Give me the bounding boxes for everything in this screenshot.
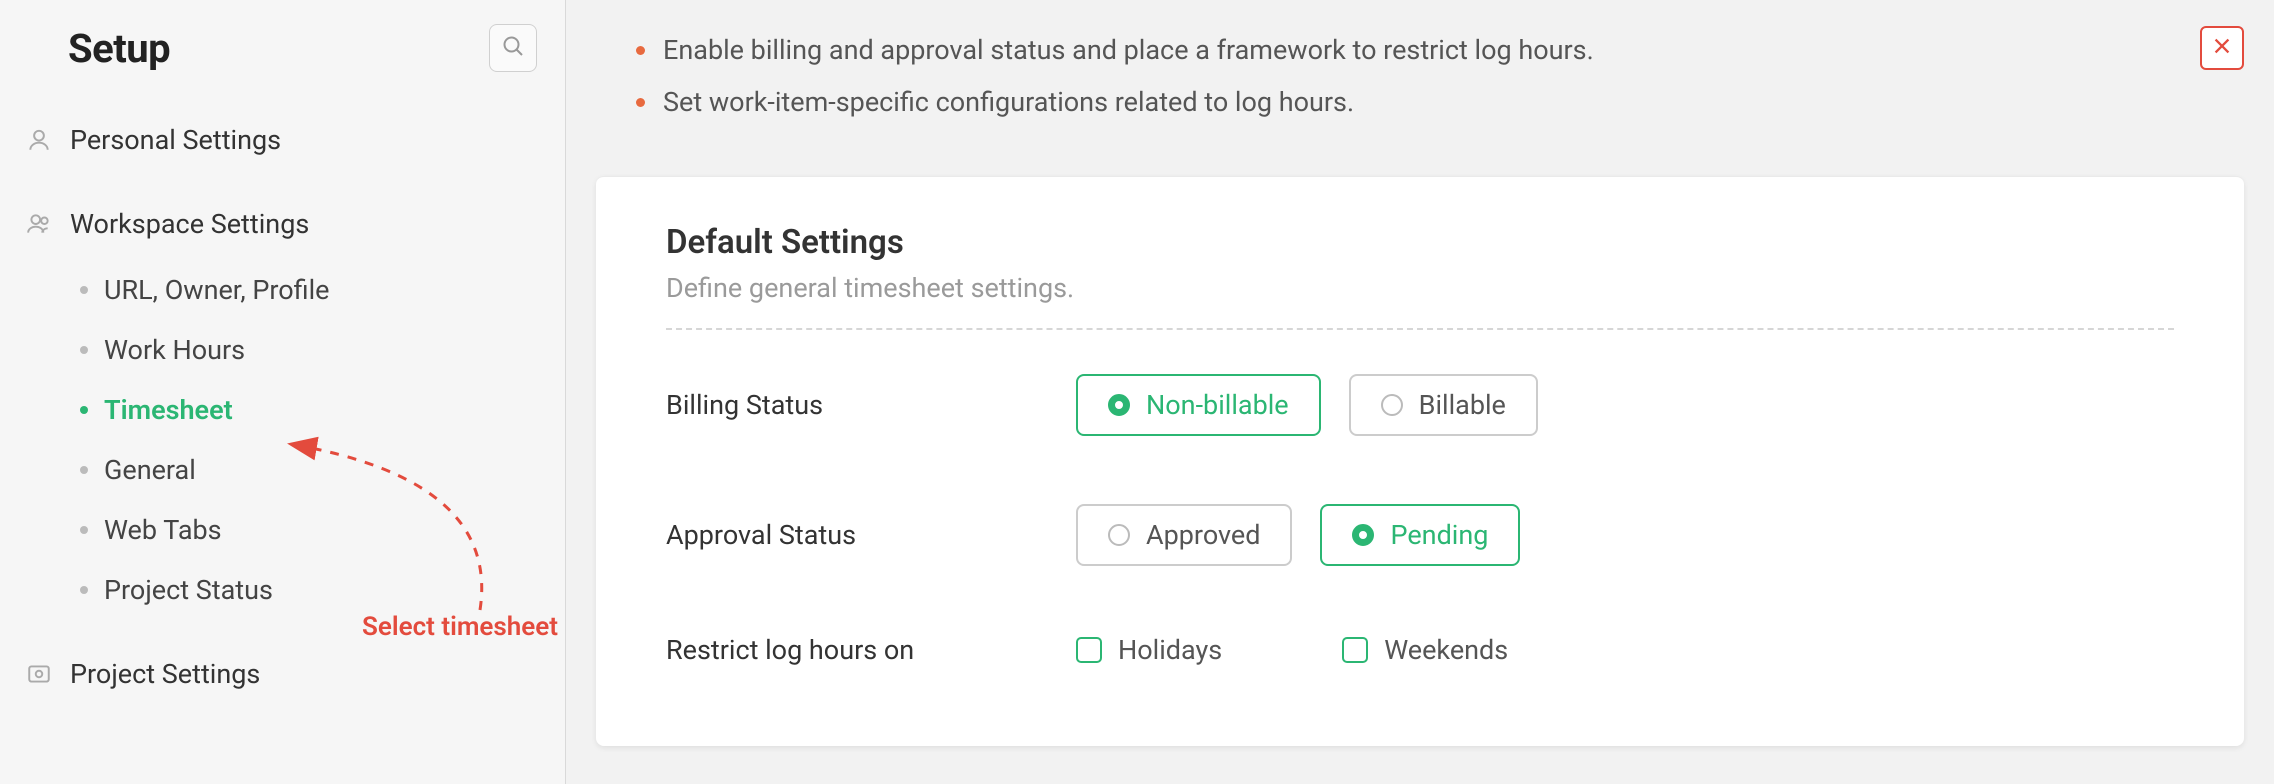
- card-subtitle: Define general timesheet settings.: [666, 272, 2174, 304]
- dot-icon: [80, 286, 88, 294]
- sidebar-item-general[interactable]: General: [0, 440, 565, 500]
- sidebar-item-label: Project Status: [104, 574, 273, 606]
- card-title: Default Settings: [666, 223, 2174, 262]
- sidebar-item-label: Workspace Settings: [70, 208, 309, 240]
- sidebar-item-web-tabs[interactable]: Web Tabs: [0, 500, 565, 560]
- radio-icon: [1381, 394, 1403, 416]
- radio-icon: [1108, 394, 1130, 416]
- project-icon: [24, 659, 54, 689]
- default-settings-card: Default Settings Define general timeshee…: [596, 176, 2244, 746]
- sidebar-item-project-status[interactable]: Project Status: [0, 560, 565, 620]
- radio-label: Pending: [1390, 519, 1488, 551]
- sidebar-item-url-owner-profile[interactable]: URL, Owner, Profile: [0, 260, 565, 320]
- row-label: Approval Status: [666, 519, 1076, 551]
- checkbox-icon: [1342, 637, 1368, 663]
- dot-icon: [80, 466, 88, 474]
- sidebar-item-work-hours[interactable]: Work Hours: [0, 320, 565, 380]
- radio-non-billable[interactable]: Non-billable: [1076, 374, 1321, 436]
- sidebar-item-label: Work Hours: [104, 334, 245, 366]
- nav-section-personal: Personal Settings: [0, 98, 565, 182]
- sidebar: Setup Personal Settings Workspace Settin: [0, 0, 566, 784]
- sidebar-item-timesheet[interactable]: Timesheet: [0, 380, 565, 440]
- sidebar-item-label: Web Tabs: [104, 514, 222, 546]
- search-button[interactable]: [489, 24, 537, 72]
- checkbox-label: Holidays: [1118, 634, 1222, 666]
- radio-label: Approved: [1146, 519, 1260, 551]
- checkbox-holidays[interactable]: Holidays: [1076, 634, 1222, 666]
- intro-text: Enable billing and approval status and p…: [663, 34, 1594, 66]
- row-billing-status: Billing Status Non-billable Billable: [666, 340, 2174, 470]
- radio-pending[interactable]: Pending: [1320, 504, 1520, 566]
- row-controls: Non-billable Billable: [1076, 374, 1538, 436]
- sidebar-item-personal-settings[interactable]: Personal Settings: [0, 110, 565, 170]
- close-button[interactable]: [2200, 26, 2244, 70]
- radio-label: Non-billable: [1146, 389, 1289, 421]
- dot-icon: [80, 346, 88, 354]
- sidebar-item-label: Project Settings: [70, 658, 260, 690]
- sidebar-item-label: Personal Settings: [70, 124, 281, 156]
- intro-text: Set work-item-specific configurations re…: [663, 86, 1354, 118]
- sidebar-item-workspace-settings[interactable]: Workspace Settings: [0, 194, 565, 254]
- divider: [666, 328, 2174, 330]
- row-restrict-log-hours: Restrict log hours on Holidays Weekends: [666, 600, 2174, 700]
- intro-item: Set work-item-specific configurations re…: [636, 76, 2214, 128]
- page-title: Setup: [68, 25, 170, 72]
- sidebar-item-label: General: [104, 454, 196, 486]
- search-icon: [501, 34, 525, 62]
- radio-billable[interactable]: Billable: [1349, 374, 1538, 436]
- radio-icon: [1352, 524, 1374, 546]
- row-controls: Holidays Weekends: [1076, 634, 1508, 666]
- radio-label: Billable: [1419, 389, 1506, 421]
- row-controls: Approved Pending: [1076, 504, 1520, 566]
- row-label: Restrict log hours on: [666, 634, 1076, 666]
- intro-item: Enable billing and approval status and p…: [636, 24, 2214, 76]
- bullet-icon: [636, 46, 645, 55]
- checkbox-weekends[interactable]: Weekends: [1342, 634, 1508, 666]
- close-icon: [2211, 35, 2233, 61]
- person-icon: [24, 125, 54, 155]
- radio-approved[interactable]: Approved: [1076, 504, 1292, 566]
- annotation-label: Select timesheet: [362, 612, 558, 642]
- intro-list: Enable billing and approval status and p…: [566, 0, 2274, 152]
- nav-section-workspace: Workspace Settings URL, Owner, Profile W…: [0, 182, 565, 632]
- sidebar-item-label: Timesheet: [104, 394, 233, 426]
- dot-icon: [80, 586, 88, 594]
- radio-icon: [1108, 524, 1130, 546]
- dot-icon: [80, 406, 88, 414]
- sidebar-sublist-workspace: URL, Owner, Profile Work Hours Timesheet…: [0, 254, 565, 620]
- sidebar-item-label: URL, Owner, Profile: [104, 274, 330, 306]
- people-icon: [24, 209, 54, 239]
- nav-section-project: Project Settings: [0, 632, 565, 716]
- checkbox-label: Weekends: [1384, 634, 1508, 666]
- sidebar-header: Setup: [0, 24, 565, 98]
- checkbox-icon: [1076, 637, 1102, 663]
- main-content: Enable billing and approval status and p…: [566, 0, 2274, 784]
- dot-icon: [80, 526, 88, 534]
- sidebar-item-project-settings[interactable]: Project Settings: [0, 644, 565, 704]
- row-approval-status: Approval Status Approved Pending: [666, 470, 2174, 600]
- row-label: Billing Status: [666, 389, 1076, 421]
- bullet-icon: [636, 98, 645, 107]
